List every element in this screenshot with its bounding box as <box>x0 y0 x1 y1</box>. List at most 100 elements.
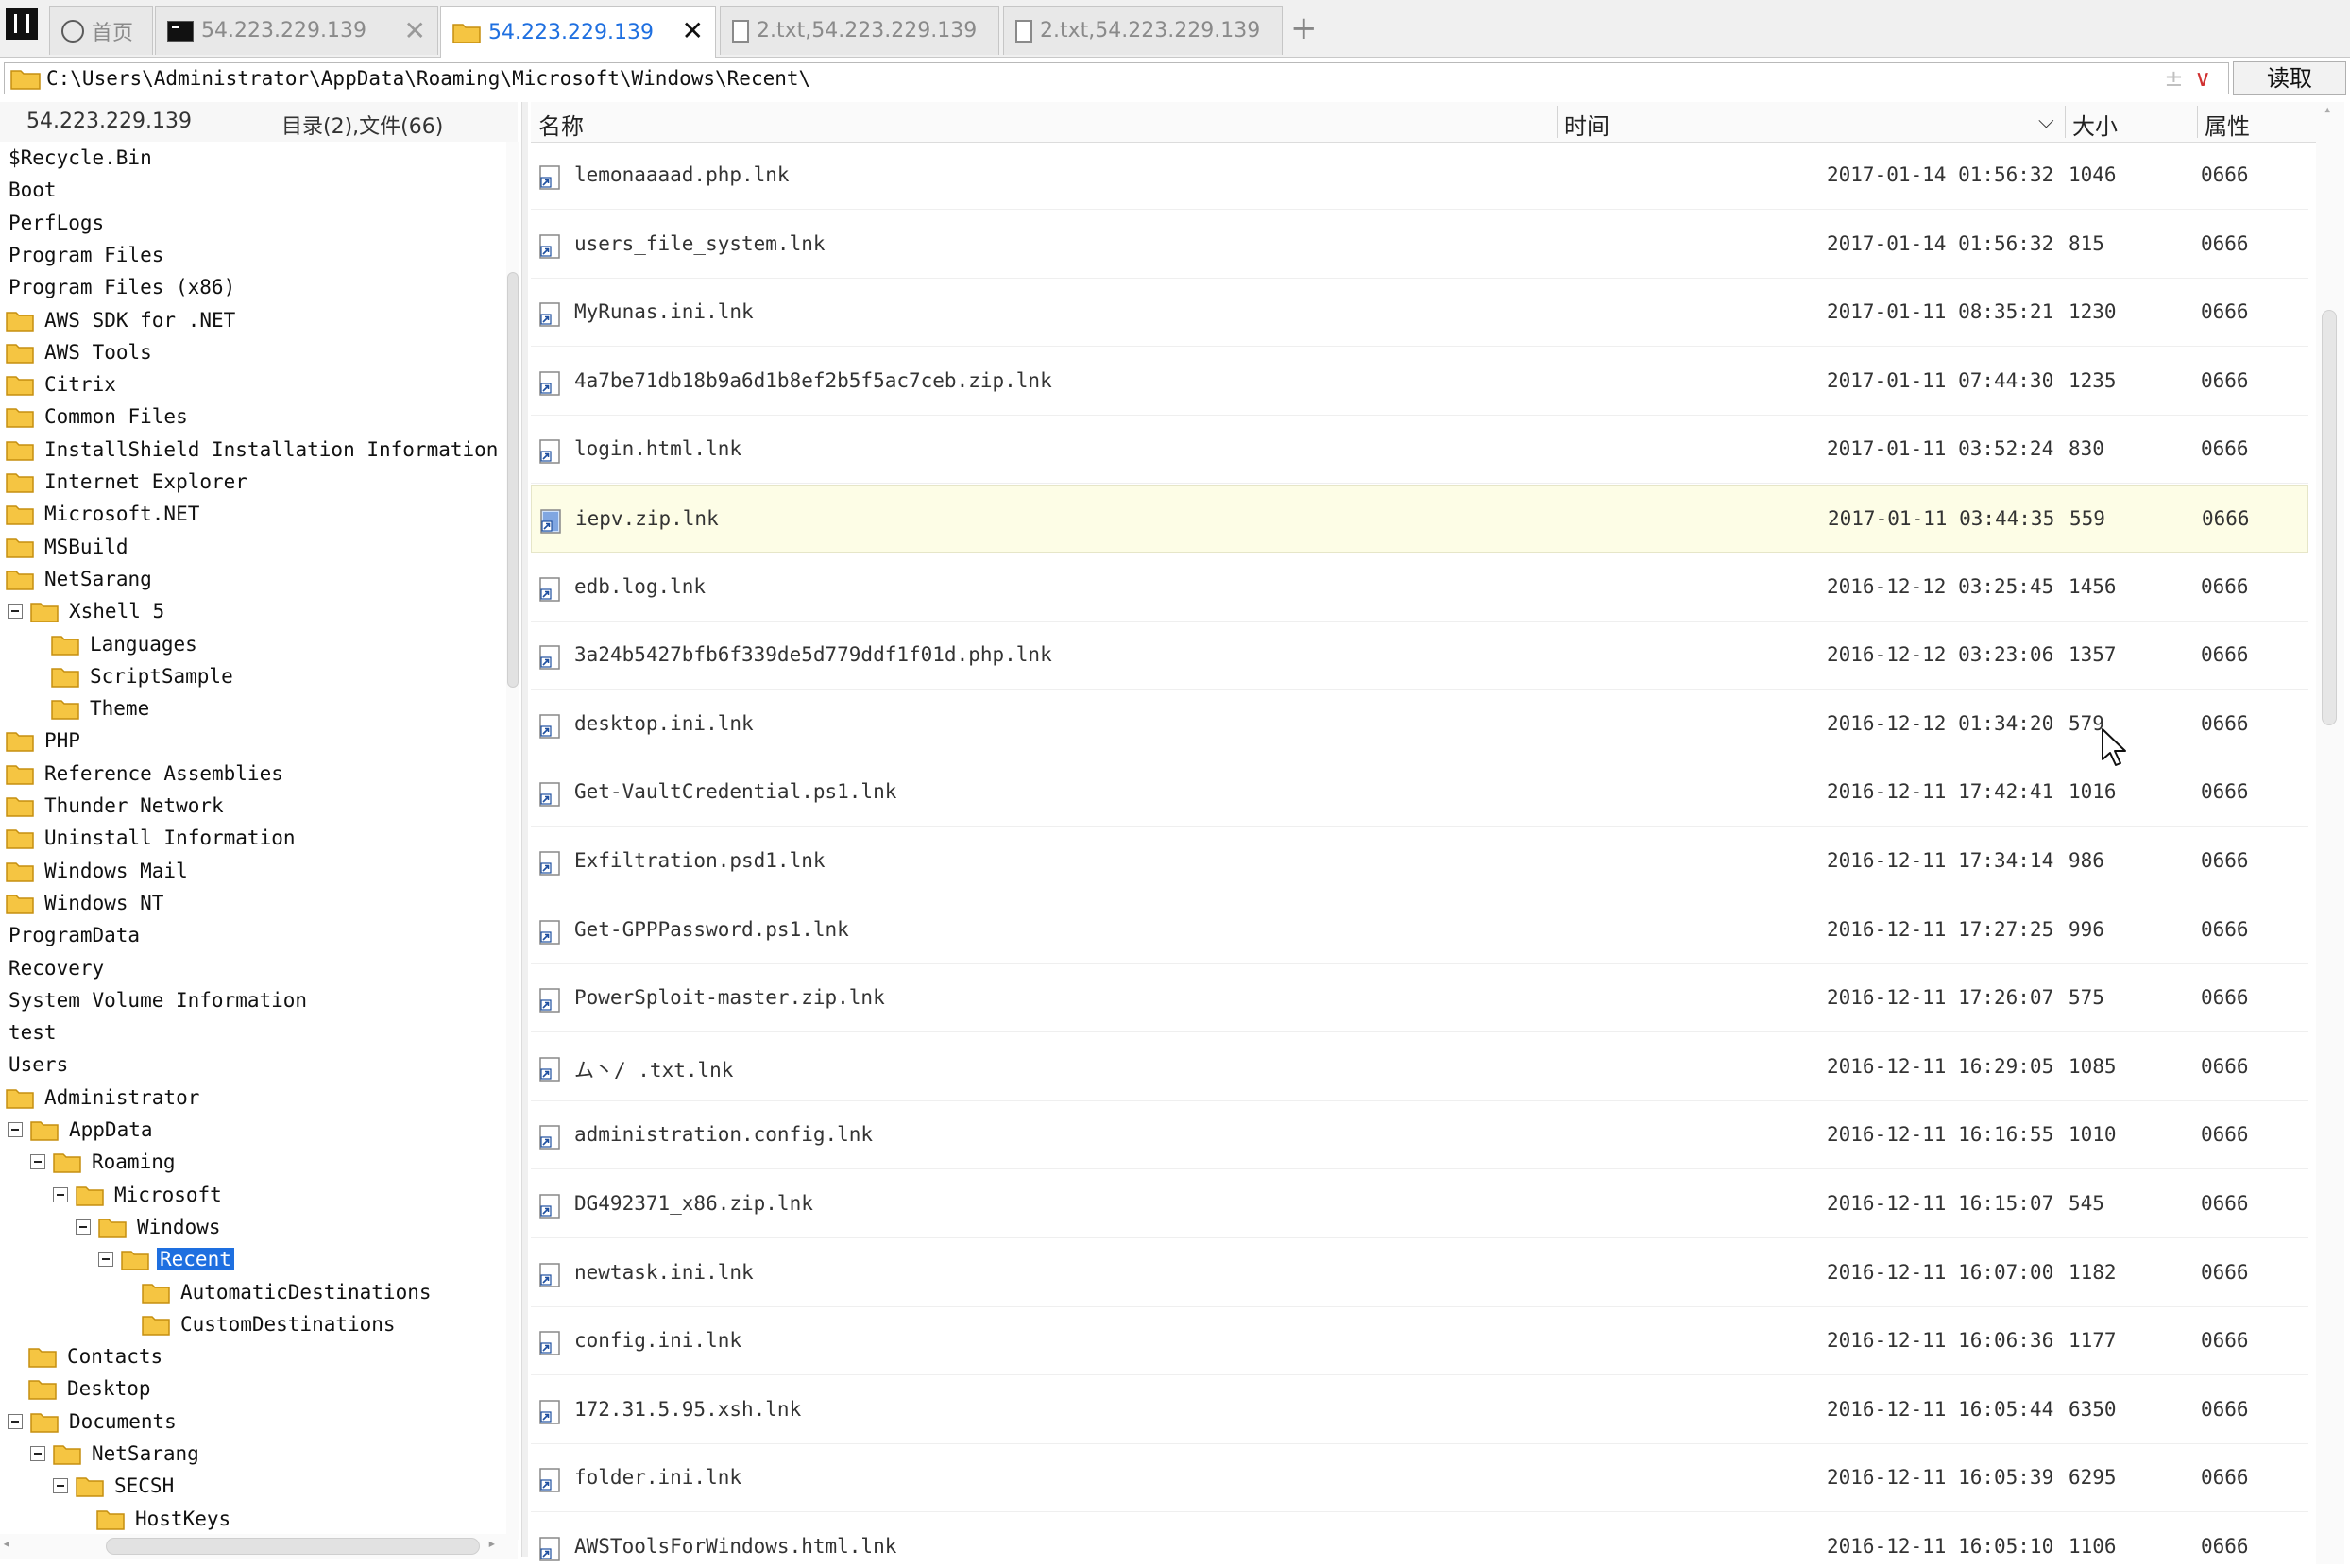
tree-item[interactable]: MSBuild <box>6 531 131 563</box>
file-row[interactable]: 3a24b5427bfb6f339de5d779ddf1f01d.php.lnk… <box>531 622 2308 690</box>
tree-item[interactable]: Recent <box>98 1243 234 1275</box>
tree-horizontal-scrollbar[interactable]: ◂ ▸ <box>0 1534 518 1559</box>
tree-item[interactable]: Microsoft <box>53 1179 225 1211</box>
chevron-down-icon[interactable]: ⌵ <box>2038 110 2054 133</box>
file-row[interactable]: MyRunas.ini.lnk 2017-01-11 08:35:21 1230 06… <box>531 279 2308 348</box>
column-divider[interactable] <box>2065 106 2066 138</box>
scroll-up-icon[interactable]: ▴ <box>2324 102 2331 117</box>
tree-item[interactable]: AWS Tools <box>6 336 155 368</box>
tree-item[interactable]: Desktop <box>28 1372 154 1405</box>
tab-sftp-active[interactable]: 54.223.229.139 ✕ <box>440 6 716 58</box>
scroll-left-icon[interactable]: ◂ <box>2 1534 11 1552</box>
file-row[interactable]: AWSToolsForWindows.html.lnk 2016-12-11 16… <box>531 1513 2308 1568</box>
tree-item[interactable]: PHP <box>6 724 83 757</box>
collapse-toggle-icon[interactable] <box>98 1252 113 1268</box>
collapse-toggle-icon[interactable] <box>53 1478 68 1494</box>
collapse-toggle-icon[interactable] <box>30 1446 45 1461</box>
tree-item[interactable]: Microsoft.NET <box>6 498 202 530</box>
tree-item[interactable]: Reference Assemblies <box>6 758 286 790</box>
upload-icon[interactable]: ± <box>2164 65 2183 92</box>
tree-item[interactable]: $Recycle.Bin <box>6 142 155 174</box>
tree-item[interactable]: ScriptSample <box>51 660 236 692</box>
file-row[interactable]: users_file_system.lnk 2017-01-14 01:56:32… <box>531 211 2308 279</box>
tree-item[interactable]: Recovery <box>6 952 107 984</box>
scroll-thumb[interactable] <box>2322 310 2337 725</box>
file-row[interactable]: DG492371_x86.zip.lnk 2016-12-11 16:15:07 5… <box>531 1170 2308 1238</box>
pane-splitter[interactable] <box>521 102 528 1557</box>
collapse-toggle-icon[interactable] <box>30 1154 45 1170</box>
tab-editor-2[interactable]: 2.txt,54.223.229.139 <box>1003 6 1283 55</box>
tree-item[interactable]: Windows <box>76 1211 224 1243</box>
column-name-header[interactable]: 名称 <box>538 108 584 141</box>
tree-item[interactable]: Uninstall Information <box>6 822 298 854</box>
file-row[interactable]: folder.ini.lnk 2016-12-11 16:05:39 6295 066… <box>531 1444 2308 1513</box>
tree-item[interactable]: CustomDestinations <box>142 1308 399 1340</box>
tree-item[interactable]: Windows Mail <box>6 855 191 887</box>
file-row[interactable]: edb.log.lnk 2016-12-12 03:25:45 1456 0666 <box>531 554 2308 622</box>
tree-item[interactable]: Citrix <box>6 368 119 401</box>
tree-item[interactable]: Documents <box>8 1406 179 1438</box>
tree-item[interactable]: ProgramData <box>6 919 143 951</box>
tree-item[interactable]: System Volume Information <box>6 984 310 1016</box>
column-divider[interactable] <box>1557 106 1558 138</box>
scroll-thumb[interactable] <box>507 272 519 688</box>
tab-home[interactable]: 首页 <box>49 6 153 55</box>
file-row[interactable]: lemonaaaad.php.lnk 2017-01-14 01:56:32 104… <box>531 142 2308 210</box>
scroll-thumb[interactable] <box>106 1538 480 1555</box>
tree-item[interactable]: InstallShield Installation Information <box>6 434 501 466</box>
tree-item[interactable]: Theme <box>51 692 152 724</box>
column-divider[interactable] <box>2197 106 2198 138</box>
file-row[interactable]: ム丶/ .txt.lnk 2016-12-11 16:29:05 1085 0666 <box>531 1033 2308 1101</box>
tree-item[interactable]: Languages <box>51 628 200 660</box>
close-icon[interactable]: ✕ <box>404 18 426 44</box>
file-row[interactable]: PowerSploit-master.zip.lnk 2016-12-11 17:… <box>531 964 2308 1033</box>
collapse-toggle-icon[interactable] <box>76 1219 91 1235</box>
file-row[interactable]: administration.config.lnk 2016-12-11 16:1… <box>531 1101 2308 1170</box>
file-row[interactable]: config.ini.lnk 2016-12-11 16:06:36 1177 066… <box>531 1307 2308 1376</box>
tree-item[interactable]: Users <box>6 1048 71 1081</box>
file-row[interactable]: 4a7be71db18b9a6d1b8ef2b5f5ac7ceb.zip.lnk… <box>531 348 2308 416</box>
collapse-toggle-icon[interactable] <box>8 604 23 620</box>
tree-item[interactable]: PerfLogs <box>6 207 107 239</box>
tree-item[interactable]: NetSarang <box>6 563 155 595</box>
column-size-header[interactable]: 大小 <box>2072 108 2118 141</box>
file-row[interactable]: newtask.ini.lnk 2016-12-11 16:07:00 1182 06… <box>531 1239 2308 1307</box>
tree-item[interactable]: Thunder Network <box>6 790 227 822</box>
close-icon[interactable]: ✕ <box>682 18 704 44</box>
tab-editor-1[interactable]: 2.txt,54.223.229.139 <box>720 6 999 55</box>
tree-item[interactable]: Program Files <box>6 239 166 271</box>
chevron-down-icon[interactable]: ∨ <box>2194 65 2211 92</box>
tree-item[interactable]: Program Files (x86) <box>6 271 238 303</box>
tree-item[interactable]: AWS SDK for .NET <box>6 304 238 336</box>
tab-terminal[interactable]: 54.223.229.139 ✕ <box>155 6 438 55</box>
tree-item[interactable]: Contacts <box>28 1340 165 1372</box>
tree-item[interactable]: Roaming <box>30 1146 179 1178</box>
tree-item[interactable]: Administrator <box>6 1082 202 1114</box>
file-row[interactable]: iepv.zip.lnk 2017-01-11 03:44:35 559 0666 <box>531 485 2308 553</box>
collapse-toggle-icon[interactable] <box>8 1413 23 1429</box>
tree-item[interactable]: Boot <box>6 174 60 206</box>
file-row[interactable]: Exfiltration.psd1.lnk 2016-12-11 17:34:14… <box>531 827 2308 895</box>
tree-item[interactable]: Internet Explorer <box>6 466 250 498</box>
tree-item[interactable]: Windows NT <box>6 887 166 919</box>
tree-item[interactable]: Xshell 5 <box>8 595 167 627</box>
collapse-toggle-icon[interactable] <box>53 1186 68 1202</box>
add-tab-button[interactable]: + <box>1290 9 1318 47</box>
column-attr-header[interactable]: 属性 <box>2205 108 2250 141</box>
tree-item[interactable]: NetSarang <box>30 1438 202 1470</box>
tree-item[interactable]: SECSH <box>53 1470 177 1502</box>
collapse-toggle-icon[interactable] <box>8 1122 23 1137</box>
tree-item[interactable]: AutomaticDestinations <box>142 1276 434 1308</box>
file-row[interactable]: 172.31.5.95.xsh.lnk 2016-12-11 16:05:44 63… <box>531 1376 2308 1444</box>
read-button[interactable]: 读取 <box>2233 61 2346 95</box>
file-row[interactable]: Get-GPPPassword.ps1.lnk 2016-12-11 17:27:… <box>531 896 2308 964</box>
tree-item[interactable]: AppData <box>8 1114 156 1146</box>
app-logo-icon[interactable] <box>6 8 38 40</box>
file-row[interactable]: desktop.ini.lnk 2016-12-12 01:34:20 579 066… <box>531 690 2308 758</box>
file-row[interactable]: Get-VaultCredential.ps1.lnk 2016-12-11 17… <box>531 758 2308 827</box>
file-row[interactable]: login.html.lnk 2017-01-11 03:52:24 830 0666 <box>531 416 2308 485</box>
tree-item[interactable]: test <box>6 1016 60 1048</box>
file-list-scrollbar[interactable]: ▴ <box>2316 102 2344 1564</box>
column-time-header[interactable]: 时间 <box>1564 108 1609 141</box>
scroll-right-icon[interactable]: ▸ <box>487 1534 497 1552</box>
